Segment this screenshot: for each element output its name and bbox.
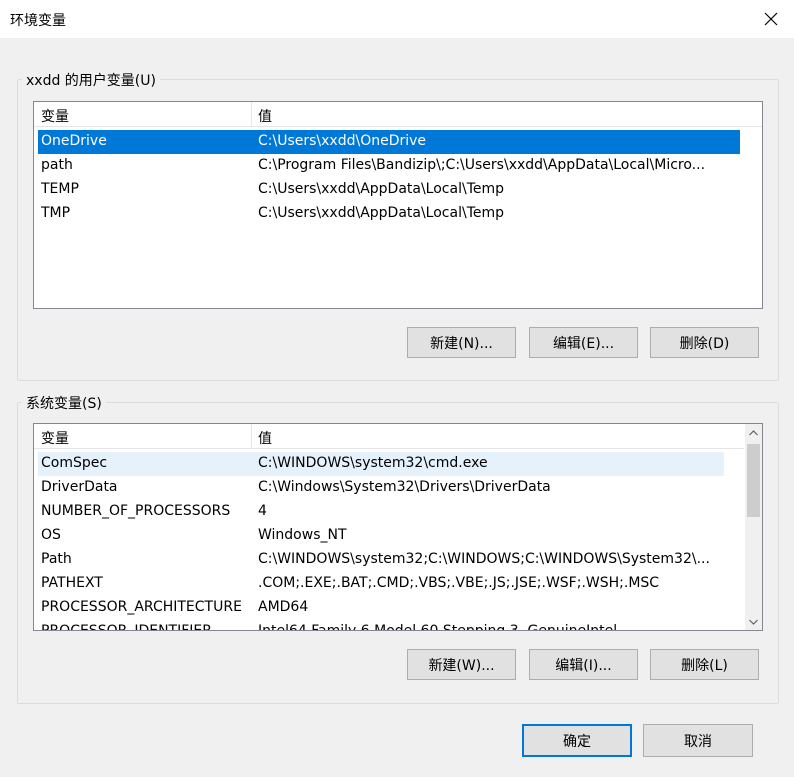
- cancel-button[interactable]: 取消: [643, 724, 753, 757]
- list-item-path[interactable]: path C:\Program Files\Bandizip\;C:\Users…: [38, 154, 740, 178]
- variable-name: PROCESSOR_ARCHITECTURE: [41, 599, 242, 615]
- window-title: 环境变量: [10, 13, 66, 29]
- variable-name: ComSpec: [41, 455, 108, 471]
- chevron-up-icon: [749, 429, 758, 435]
- scroll-up-button[interactable]: [745, 424, 762, 441]
- system-new-button[interactable]: 新建(W)...: [407, 649, 516, 680]
- variable-value: C:\Windows\System32\Drivers\DriverData: [258, 479, 551, 495]
- list-item-os[interactable]: OS Windows_NT: [38, 524, 724, 548]
- variable-name: DriverData: [41, 479, 118, 495]
- vertical-scrollbar[interactable]: [745, 424, 762, 630]
- title-bar: 环境变量: [0, 0, 794, 39]
- list-item-tmp[interactable]: TMP C:\Users\xxdd\AppData\Local\Temp: [38, 202, 740, 226]
- list-item-processor-architecture[interactable]: PROCESSOR_ARCHITECTURE AMD64: [38, 596, 724, 620]
- user-variables-label: xxdd 的用户变量(U): [22, 70, 160, 90]
- column-header-value[interactable]: 值: [258, 428, 272, 448]
- variable-name: TEMP: [41, 181, 79, 197]
- variable-value: 4: [258, 503, 267, 519]
- list-item-processor-identifier[interactable]: PROCESSOR_IDENTIFIER Intel64 Family 6 Mo…: [38, 620, 724, 631]
- variable-value: Intel64 Family 6 Model 60 Stepping 3, Ge…: [258, 623, 618, 631]
- variable-value: AMD64: [258, 599, 309, 615]
- scroll-thumb[interactable]: [747, 444, 760, 517]
- user-edit-button[interactable]: 编辑(E)...: [529, 327, 638, 358]
- variable-value: .COM;.EXE;.BAT;.CMD;.VBS;.VBE;.JS;.JSE;.…: [258, 575, 660, 591]
- ok-button[interactable]: 确定: [522, 724, 632, 757]
- variable-name: PATHEXT: [41, 575, 103, 591]
- variable-name: Path: [41, 551, 72, 567]
- variable-name: OneDrive: [41, 133, 107, 149]
- user-delete-button[interactable]: 删除(D): [650, 327, 759, 358]
- list-item-pathext[interactable]: PATHEXT .COM;.EXE;.BAT;.CMD;.VBS;.VBE;.J…: [38, 572, 724, 596]
- user-variables-list[interactable]: 变量 值 OneDrive C:\Users\xxdd\OneDrive pat…: [33, 101, 763, 309]
- system-edit-button[interactable]: 编辑(I)...: [529, 649, 638, 680]
- system-delete-button[interactable]: 删除(L): [650, 649, 759, 680]
- list-item-comspec[interactable]: ComSpec C:\WINDOWS\system32\cmd.exe: [38, 452, 724, 476]
- list-item-temp[interactable]: TEMP C:\Users\xxdd\AppData\Local\Temp: [38, 178, 740, 202]
- system-variables-list[interactable]: 变量 值 ComSpec C:\WINDOWS\system32\cmd.exe…: [33, 423, 763, 631]
- scroll-down-button[interactable]: [745, 613, 762, 630]
- column-header-value[interactable]: 值: [258, 106, 272, 126]
- list-header: 变量 值: [34, 424, 744, 449]
- list-item-path[interactable]: Path C:\WINDOWS\system32;C:\WINDOWS;C:\W…: [38, 548, 724, 572]
- variable-value: Windows_NT: [258, 527, 347, 543]
- variable-value: C:\WINDOWS\system32;C:\WINDOWS;C:\WINDOW…: [258, 551, 710, 567]
- list-header: 变量 值: [34, 102, 762, 127]
- column-header-variable[interactable]: 变量: [41, 428, 69, 448]
- variable-value: C:\Users\xxdd\AppData\Local\Temp: [258, 205, 504, 221]
- close-icon: [764, 12, 778, 26]
- variable-name: path: [41, 157, 73, 173]
- chevron-down-icon: [749, 619, 758, 625]
- variable-value: C:\Users\xxdd\OneDrive: [258, 133, 427, 149]
- variable-name: OS: [41, 527, 61, 543]
- user-new-button[interactable]: 新建(N)...: [407, 327, 516, 358]
- list-item-onedrive[interactable]: OneDrive C:\Users\xxdd\OneDrive: [38, 130, 740, 154]
- close-button[interactable]: [748, 0, 794, 38]
- list-item-driverdata[interactable]: DriverData C:\Windows\System32\Drivers\D…: [38, 476, 724, 500]
- variable-name: TMP: [41, 205, 71, 221]
- variable-name: NUMBER_OF_PROCESSORS: [41, 503, 231, 519]
- variable-value: C:\Program Files\Bandizip\;C:\Users\xxdd…: [258, 157, 706, 173]
- variable-value: C:\WINDOWS\system32\cmd.exe: [258, 455, 488, 471]
- system-variables-label: 系统变量(S): [22, 393, 106, 413]
- list-item-number-of-processors[interactable]: NUMBER_OF_PROCESSORS 4: [38, 500, 724, 524]
- variable-value: C:\Users\xxdd\AppData\Local\Temp: [258, 181, 504, 197]
- column-header-variable[interactable]: 变量: [41, 106, 69, 126]
- variable-name: PROCESSOR_IDENTIFIER: [41, 623, 212, 631]
